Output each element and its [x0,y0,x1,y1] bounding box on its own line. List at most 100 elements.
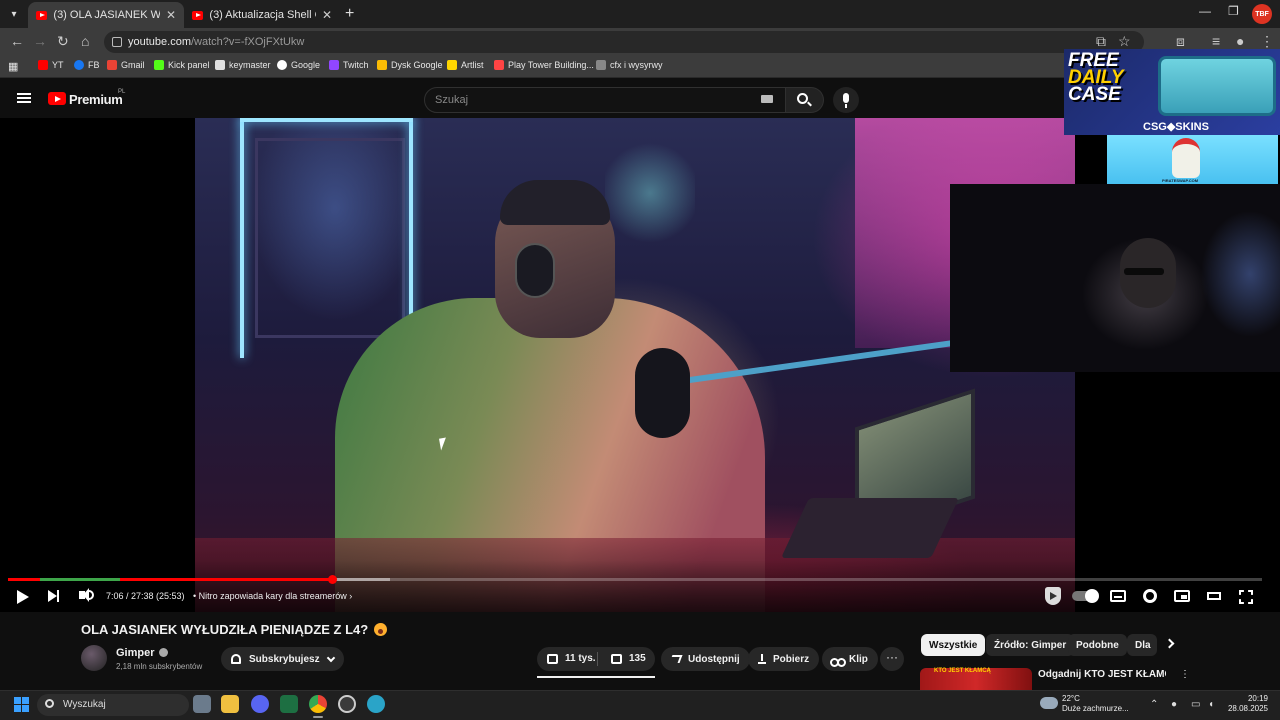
obs-icon[interactable] [338,695,356,713]
chrome-icon[interactable] [309,695,327,713]
bookmark-artlist[interactable]: Artlist [447,60,484,70]
bookmark-yt[interactable]: YT [38,60,64,70]
subtitles-icon[interactable] [1110,590,1126,602]
youtube-favicon-icon [192,10,204,20]
bookmark-gmail[interactable]: Gmail [107,60,145,70]
windows-start-icon[interactable] [14,697,29,712]
youtube-premium-logo[interactable]: Premium [69,92,123,107]
recommended-title[interactable]: Odgadnij KTO JEST KŁAMCĄ- NA IJERSZE MOM… [1038,668,1166,690]
recommended-more-icon[interactable]: ⋮ [1180,669,1190,680]
next-video-icon[interactable] [48,590,59,602]
extensions-puzzle-icon[interactable]: ⧈ [1176,33,1185,50]
dislike-button[interactable]: 135 [611,653,646,664]
settings-gear-icon[interactable] [1143,589,1157,603]
thumbs-down-icon [611,653,622,664]
excel-icon[interactable] [280,695,298,713]
bookmark-label: FB [88,60,100,70]
progress-scrubber[interactable] [328,575,337,584]
chip-source[interactable]: Źródło: Gimper [986,634,1075,656]
reading-list-icon[interactable]: ≡ [1212,33,1220,49]
download-button[interactable]: Pobierz [748,647,820,671]
youtube-icon [38,60,48,70]
minimize-button[interactable]: — [1199,4,1211,18]
bookmark-star-icon[interactable]: ☆ [1118,33,1131,50]
globe-app-icon[interactable] [367,695,385,713]
tab-active[interactable]: (3) OLA JASIANEK WYŁUDZIŁA ✕ [28,2,184,28]
lamp-glow [605,138,695,248]
home-icon[interactable]: ⌂ [81,33,89,49]
file-explorer-icon[interactable] [221,695,239,713]
weather-cloud-icon[interactable] [1040,697,1058,709]
bookmark-label: Twitch [343,60,369,70]
tray-mic-icon[interactable]: ● [1171,699,1177,710]
tab-inactive[interactable]: (3) Aktualizacja Shell Creator 1. ✕ [184,2,340,28]
chip-for-you[interactable]: Dla [1127,634,1157,656]
channel-name[interactable]: Gimper [116,647,168,659]
search-input[interactable]: Szukaj [424,87,786,113]
sponsorblock-shield-icon[interactable] [1045,587,1061,605]
clock-date: 28.08.2025 [1227,704,1268,713]
extension-badge-icon[interactable]: TBF [1252,4,1272,24]
more-actions-button[interactable]: ··· [880,647,904,671]
tab-close-icon[interactable]: ✕ [322,8,332,22]
hamburger-menu-icon[interactable] [17,93,31,103]
back-arrow-icon[interactable]: ← [10,33,24,49]
tab-search-chevron-icon[interactable]: ▾ [4,4,24,24]
taskbar-clock[interactable]: 20:19 28.08.2025 [1224,694,1268,714]
tab-close-icon[interactable]: ✕ [166,8,176,22]
bookmark-keymaster[interactable]: keymaster [215,60,271,70]
tray-display-icon[interactable]: ▭ [1191,699,1200,710]
autoplay-toggle[interactable] [1072,589,1099,603]
channel-avatar[interactable] [81,645,107,671]
bookmark-google[interactable]: Google [277,60,320,70]
active-app-indicator [313,716,323,718]
chevron-right-icon[interactable] [1164,638,1175,649]
theater-mode-icon[interactable] [1207,592,1221,600]
site-info-icon[interactable] [112,37,122,47]
chapter-title[interactable]: • Nitro zapowiada kary dla streamerów › [193,591,352,601]
youtube-logo-icon[interactable] [48,92,66,105]
chip-related[interactable]: Podobne [1068,634,1127,656]
taskbar-search[interactable]: Wyszukaj [37,694,189,716]
weather-widget[interactable]: 22°C Duże zachmurze... [1062,694,1129,714]
url-field[interactable]: youtube.com/watch?v=-fXOjFXtUkw [104,31,1144,53]
tray-chevron-up-icon[interactable]: ⌃ [1150,699,1158,710]
discord-icon[interactable] [251,695,269,713]
voice-search-mic-icon[interactable] [833,87,859,113]
share-button[interactable]: Udostępnij [661,647,750,671]
reload-icon[interactable]: ↻ [57,33,69,50]
url-path: /watch?v=-fXOjFXtUkw [190,36,305,48]
install-app-icon[interactable]: ⧉ [1096,33,1106,50]
profile-avatar-icon[interactable]: ● [1236,33,1244,49]
bookmark-fb[interactable]: FB [74,60,100,70]
subscribe-button[interactable]: Subskrybujesz [221,647,344,671]
bookmark-twitch[interactable]: Twitch [329,60,369,70]
play-icon[interactable] [17,590,29,604]
miniplayer-icon[interactable] [1174,590,1190,602]
tray-volume-icon[interactable]: ◖ [1208,699,1214,710]
bookmark-play-tower[interactable]: Play Tower Building... [494,60,594,70]
bookmark-cfx[interactable]: cfx i wysyrwy [596,60,663,70]
bookmark-kick-panel[interactable]: Kick panel [154,60,210,70]
new-tab-button[interactable]: + [345,5,354,23]
video-frame[interactable] [195,118,1075,612]
browser-menu-icon[interactable]: ⋮ [1260,33,1274,50]
task-view-icon[interactable] [193,695,211,713]
like-underline [537,676,655,678]
keyboard-icon[interactable] [761,95,773,103]
chip-all[interactable]: Wszystkie [921,634,986,656]
recommended-thumbnail-text: KTO JEST KŁAMCĄ [934,668,991,674]
restore-button[interactable]: ❐ [1228,4,1239,18]
clip-button[interactable]: Klip [822,647,878,671]
forward-arrow-icon[interactable]: → [33,33,47,49]
apps-grid-icon[interactable]: ▦ [8,60,18,73]
subscriber-count: 2,18 mln subskrybentów [116,662,203,671]
image-icon [596,60,606,70]
bookmark-dysk-google[interactable]: Dysk Google [377,60,443,70]
scissors-icon [830,654,846,667]
like-button[interactable]: 11 tys. [547,653,596,664]
dislike-count: 135 [629,653,646,664]
twitch-icon [329,60,339,70]
google-drive-icon [377,60,387,70]
volume-icon[interactable] [79,588,89,602]
